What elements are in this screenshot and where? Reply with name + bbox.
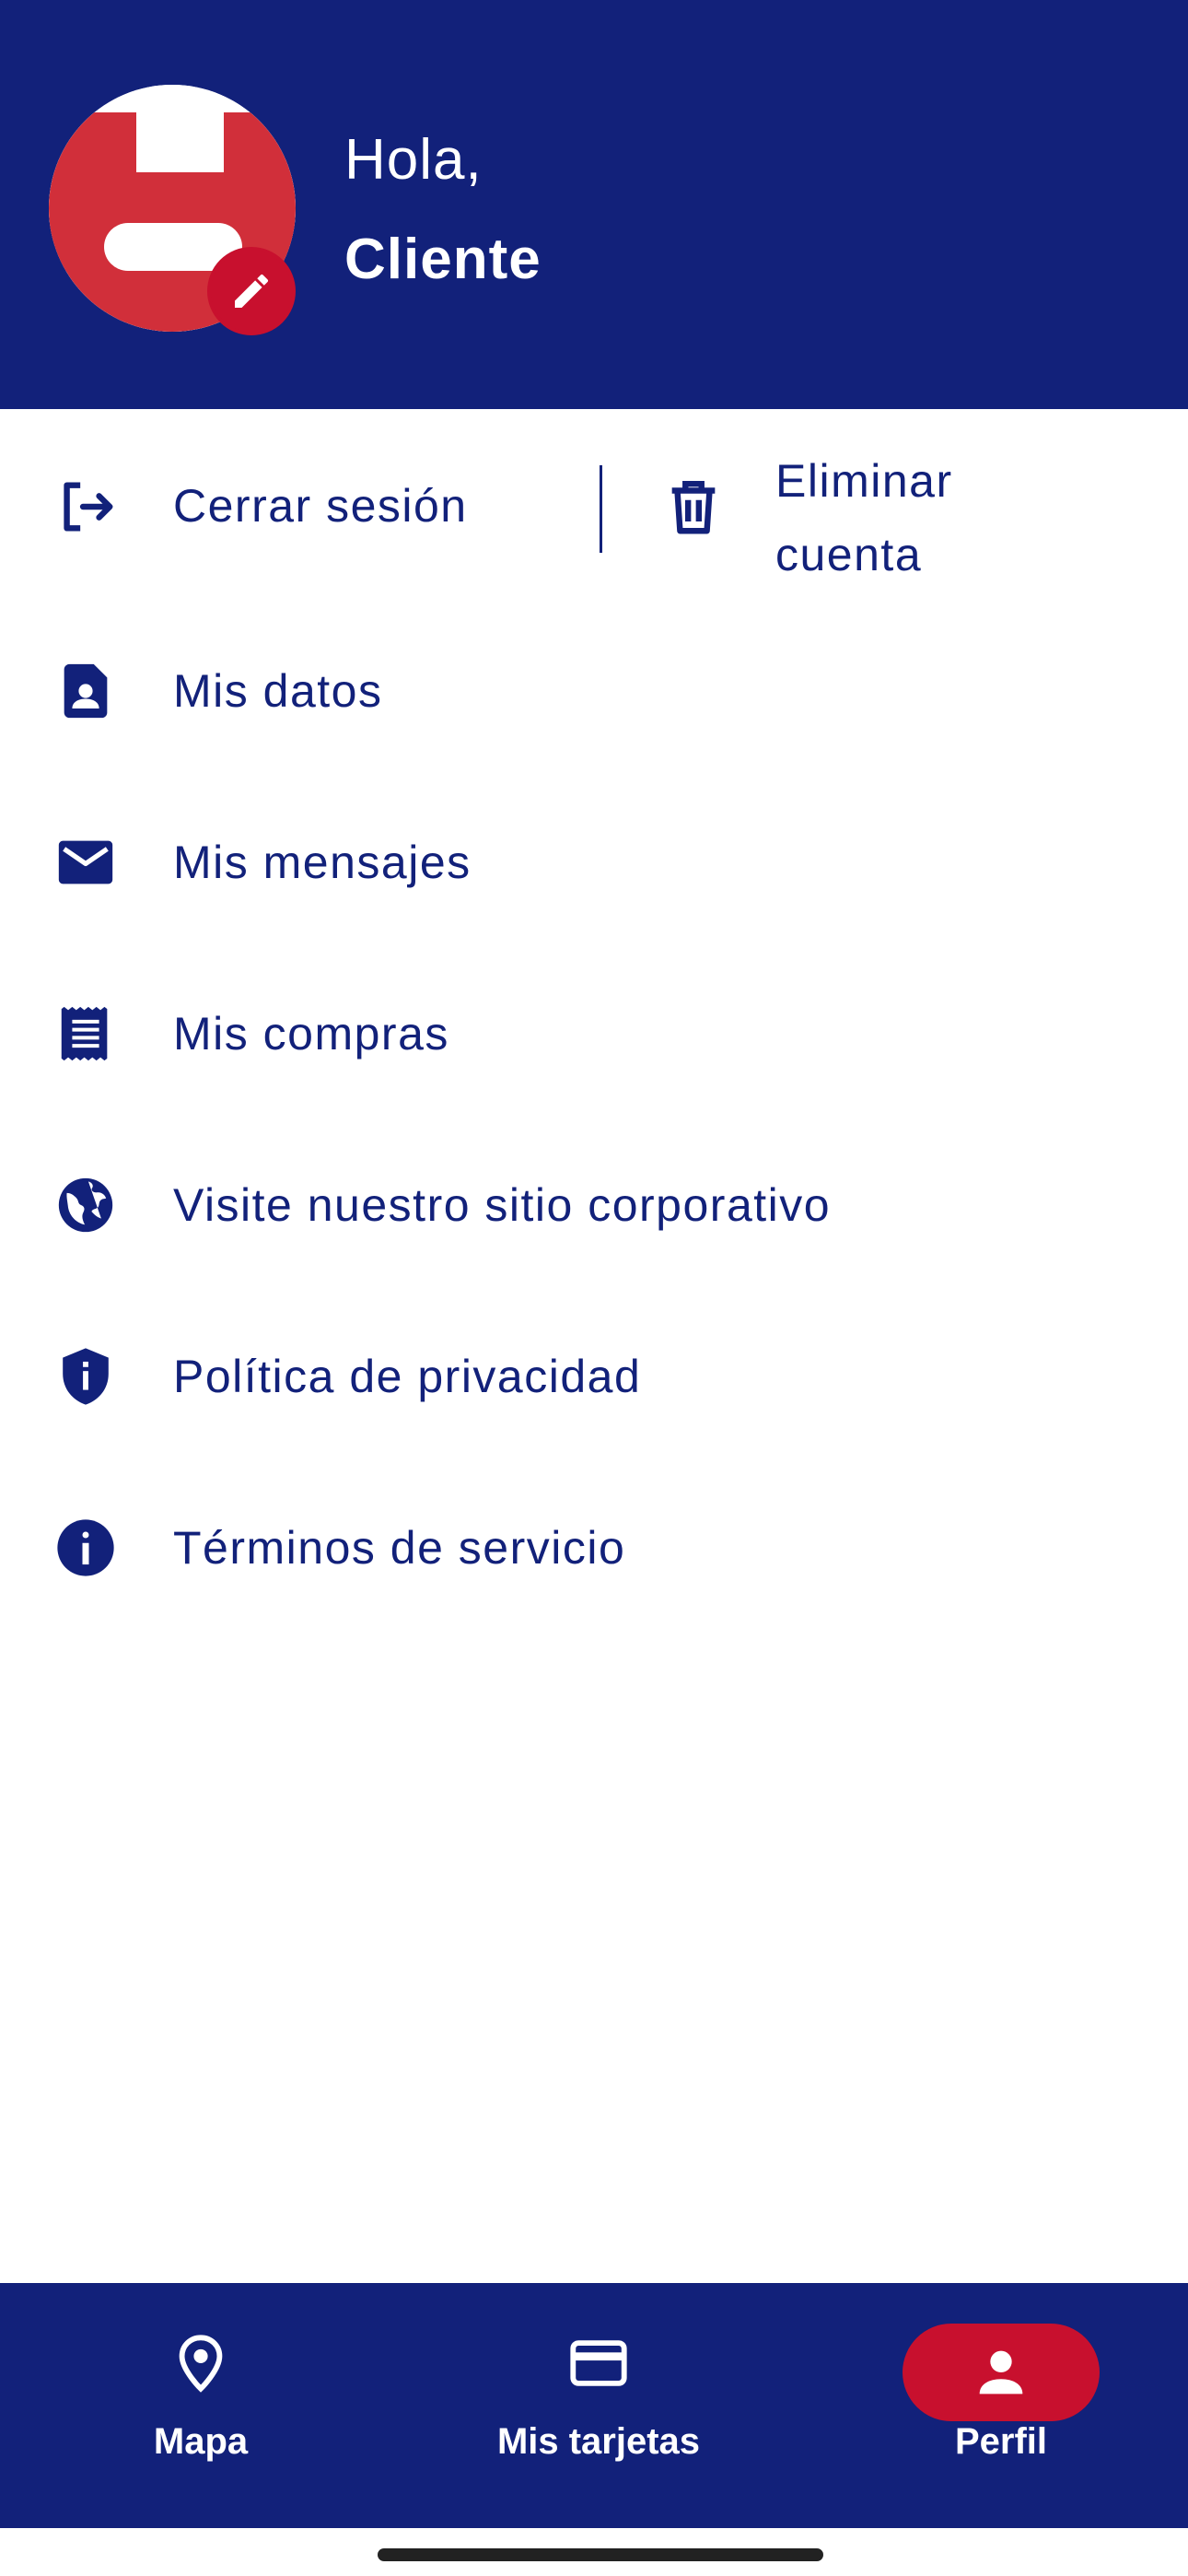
- menu-item-sitio-corporativo[interactable]: Visite nuestro sitio corporativo: [0, 1136, 1188, 1274]
- menu-item-politica-privacidad[interactable]: Política de privacidad: [0, 1307, 1188, 1446]
- menu-item-terminos-servicio[interactable]: Términos de servicio: [0, 1479, 1188, 1617]
- logout-icon: [53, 474, 118, 539]
- info-icon: [53, 1516, 118, 1580]
- user-name: Cliente: [344, 228, 542, 291]
- greeting-text: Hola,: [344, 128, 483, 192]
- nav-label: Mapa: [153, 2421, 249, 2462]
- edit-avatar-button[interactable]: [207, 247, 296, 335]
- map-pin-icon: [169, 2322, 233, 2405]
- receipt-icon: [53, 1001, 118, 1066]
- nav-tab-mapa[interactable]: Mapa: [92, 2283, 309, 2528]
- pencil-icon: [235, 274, 269, 308]
- nav-tab-perfil[interactable]: Perfil: [903, 2283, 1100, 2528]
- menu-item-mis-mensajes[interactable]: Mis mensajes: [0, 793, 1188, 931]
- profile-screen: Hola, Cliente Cerrar sesión Eliminar cue…: [0, 0, 1188, 2576]
- delete-account-button[interactable]: Eliminar cuenta: [626, 433, 1179, 580]
- menu-item-label: Mis mensajes: [173, 837, 472, 888]
- menu-item-label: Mis compras: [173, 1008, 449, 1060]
- shield-icon: [53, 1344, 118, 1409]
- menu-item-label: Política de privacidad: [173, 1351, 642, 1402]
- person-icon: [903, 2324, 1100, 2421]
- menu-item-label: Visite nuestro sitio corporativo: [173, 1179, 832, 1231]
- menu-item-mis-datos[interactable]: Mis datos: [0, 622, 1188, 760]
- account-actions-row: Cerrar sesión Eliminar cuenta: [0, 433, 1188, 580]
- nav-label: Perfil: [954, 2421, 1048, 2462]
- trash-icon: [661, 474, 726, 539]
- bottom-nav: Mapa Mis tarjetas Perfil: [0, 2283, 1188, 2528]
- menu-item-label: Términos de servicio: [173, 1522, 626, 1574]
- logout-label: Cerrar sesión: [173, 480, 468, 532]
- delete-account-label: Eliminar cuenta: [775, 455, 953, 580]
- logout-button[interactable]: Cerrar sesión: [0, 433, 589, 580]
- nav-label: Mis tarjetas: [496, 2421, 701, 2462]
- menu-item-label: Mis datos: [173, 665, 383, 717]
- menu-item-mis-compras[interactable]: Mis compras: [0, 965, 1188, 1103]
- credit-card-icon: [566, 2322, 631, 2405]
- mail-icon: [53, 830, 118, 895]
- profile-header: Hola, Cliente: [0, 0, 1188, 409]
- home-indicator: [378, 2548, 823, 2561]
- divider: [600, 465, 602, 553]
- globe-icon: [53, 1173, 118, 1237]
- contact-card-icon: [53, 659, 118, 723]
- nav-tab-mis-tarjetas[interactable]: Mis tarjetas: [470, 2283, 728, 2528]
